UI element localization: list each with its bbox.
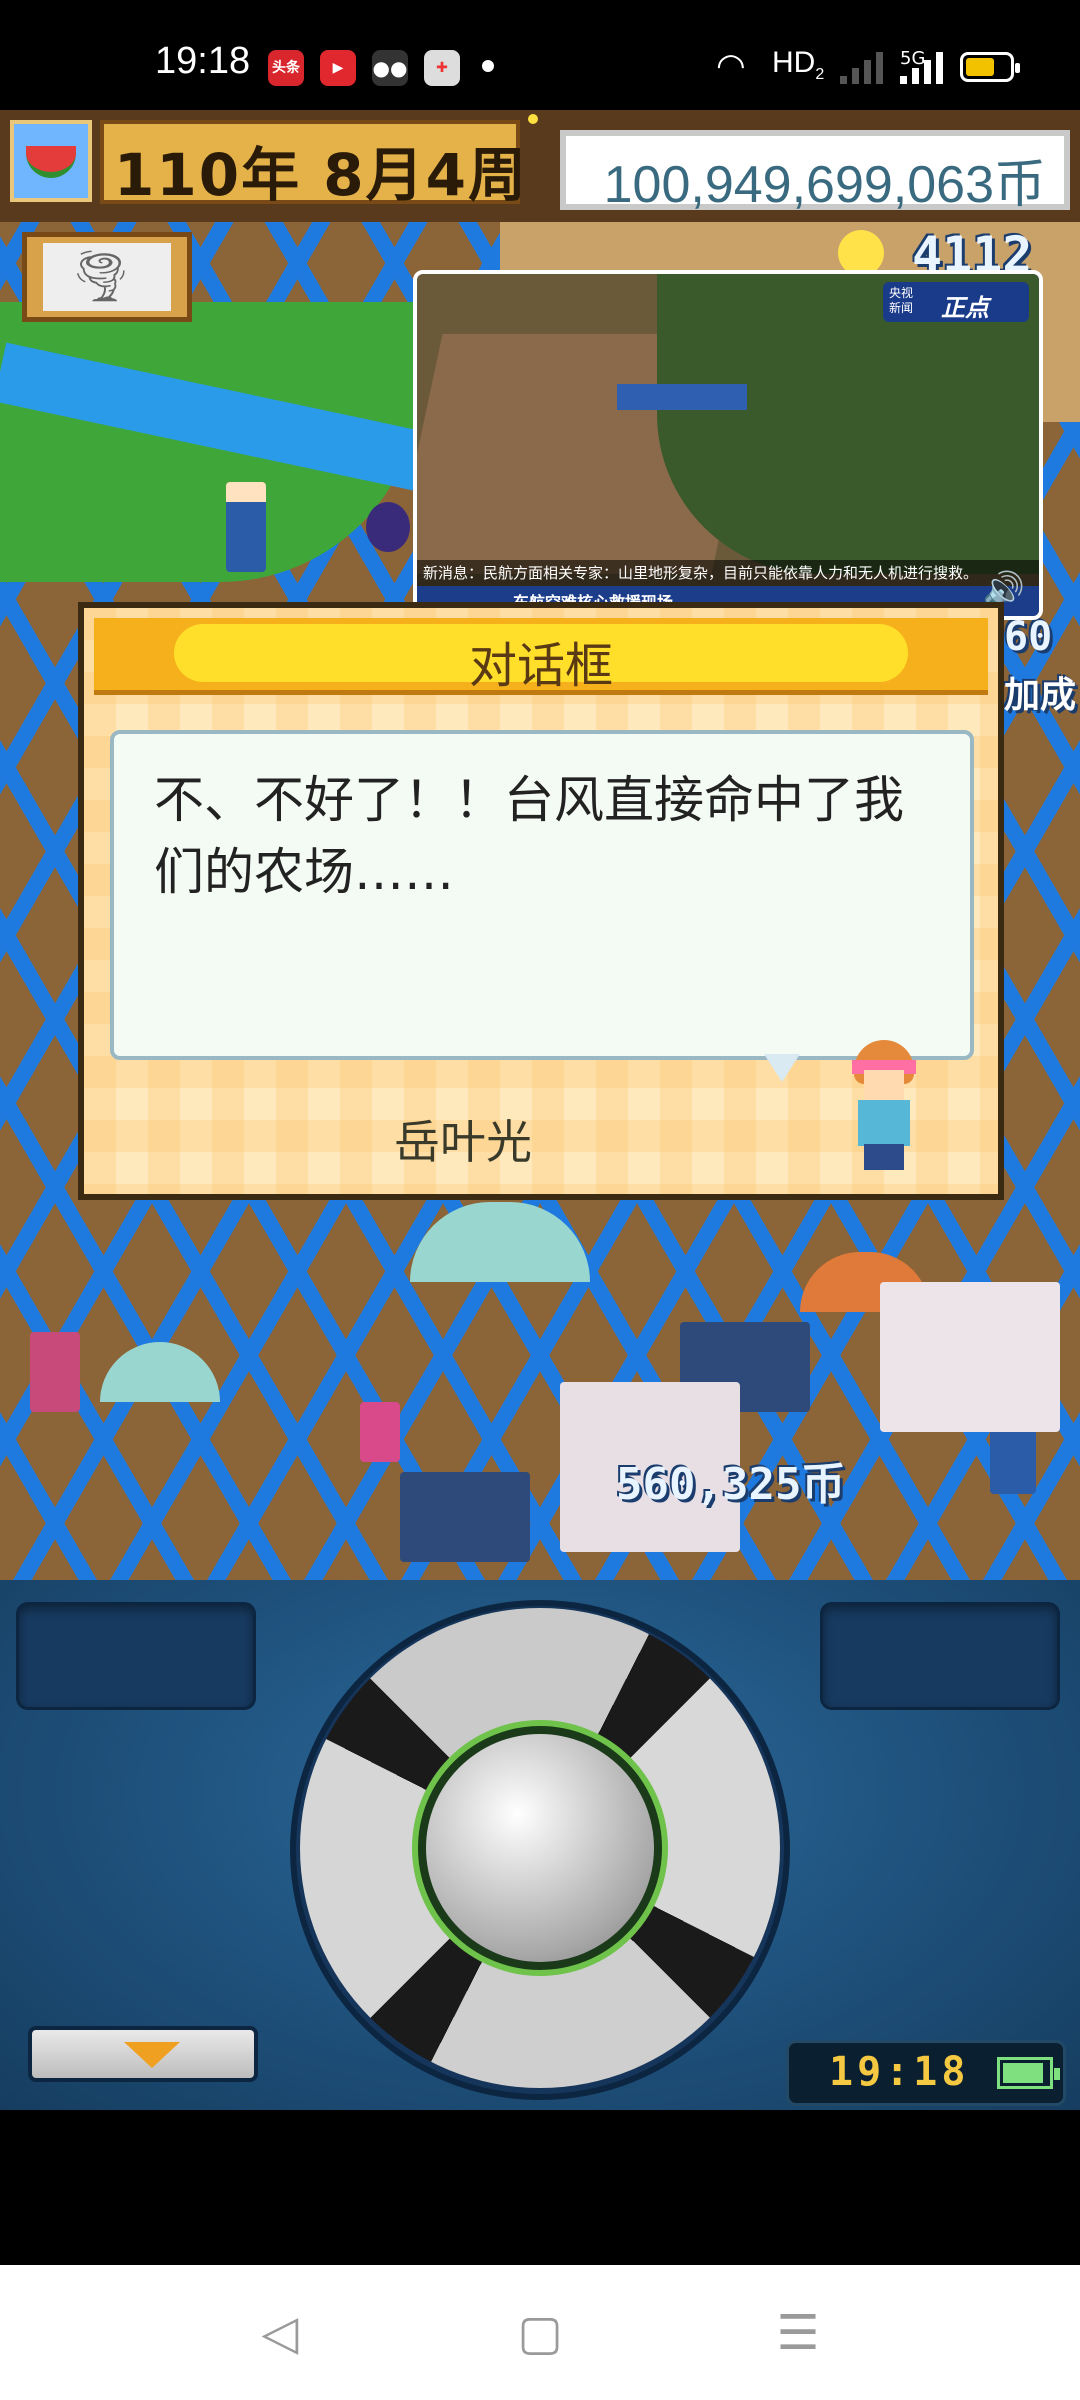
floating-money: 560,325币: [616, 1459, 846, 1510]
farmer-sprite[interactable]: [226, 482, 266, 572]
back-icon[interactable]: ◁: [240, 2305, 320, 2361]
speaker-name: 岳叶光: [394, 1115, 532, 1169]
dialog-box[interactable]: 对话框 不、不好了！！台风直接命中了我们的农场…… 岳叶光: [78, 602, 1004, 1200]
tornado-icon: 🌪: [69, 247, 133, 305]
house[interactable]: [400, 1472, 530, 1562]
status-time: 19:18: [155, 40, 251, 82]
side-number: 60: [1004, 614, 1053, 660]
signal-2-icon: [900, 52, 944, 84]
logo-text: 央视 新闻: [889, 286, 914, 315]
wechat-icon: ●●: [372, 50, 408, 86]
logo-brand: 正点: [941, 294, 989, 322]
money-amount: 100,949,699,063币: [603, 156, 1046, 214]
cctv-news-logo: 央视 新闻 正点: [883, 282, 1029, 322]
dialog-title: 对话框: [468, 638, 613, 694]
menu-toggle-button[interactable]: [28, 2026, 258, 2082]
greenhouse[interactable]: [100, 1342, 220, 1402]
battery-icon: [997, 2057, 1060, 2089]
dialog-message-box: 不、不好了！！台风直接命中了我们的农场……: [110, 730, 974, 1060]
toutiao-icon: 头条: [268, 50, 304, 86]
villager-sprite[interactable]: [360, 1402, 400, 1462]
dialog-title-bar: 对话框: [94, 618, 988, 695]
notification-dot-icon: [482, 60, 494, 72]
home-icon[interactable]: ▢: [500, 2305, 580, 2361]
mascot-sprite[interactable]: [366, 502, 410, 552]
speaker-portrait: [844, 1040, 924, 1170]
sparkle-icon: [528, 114, 538, 124]
date-panel: 110年 8月4周: [100, 120, 526, 209]
game-header: 110年 8月4周 100,949,699,063币: [0, 110, 1080, 222]
status-bar: 19:18 头条 ▶ ●● ✚ ◠ HD2 5G: [0, 0, 1080, 110]
battery-icon: [960, 52, 1020, 82]
typhoon-sign: 🌪: [22, 232, 192, 322]
castle[interactable]: [880, 1282, 1060, 1432]
continue-arrow-icon: [764, 1054, 800, 1082]
watermelon-icon[interactable]: [10, 120, 92, 202]
left-soft-button[interactable]: [16, 1602, 256, 1710]
right-soft-button[interactable]: [820, 1602, 1060, 1710]
confirm-button[interactable]: [426, 1734, 654, 1962]
wifi-icon: ◠: [716, 46, 746, 86]
video-overlay[interactable]: 央视 新闻 正点 新消息：民航方面相关专家：山里地形复杂，目前只能依靠人力和无人机…: [413, 270, 1043, 620]
money-panel: 100,949,699,063币: [560, 130, 1070, 214]
network-type: HD2: [772, 46, 825, 83]
news-ticker: 新消息：民航方面相关专家：山里地形复杂，目前只能依靠人力和无人机进行搜救。: [417, 560, 1039, 586]
dialog-message: 不、不好了！！台风直接命中了我们的农场……: [154, 771, 904, 901]
signal-1-icon: [840, 52, 884, 84]
navigation-bar: ◁ ▢ ☰: [0, 2265, 1080, 2400]
game-app-icon: ✚: [424, 50, 460, 86]
side-bonus: 加成: [1004, 675, 1077, 716]
greenhouse[interactable]: [410, 1202, 590, 1282]
video-app-icon: ▶: [320, 50, 356, 86]
arrow-down-icon: [124, 2042, 180, 2068]
game-clock: 19:18: [786, 2040, 1066, 2106]
video-frame: [617, 384, 747, 410]
virtual-controller: 19:18: [0, 1580, 1080, 2110]
villager-sprite[interactable]: [30, 1332, 80, 1412]
game-date: 110年 8月4周: [114, 141, 528, 209]
recents-icon[interactable]: ☰: [758, 2305, 838, 2361]
game-clock-time: 19:18: [829, 2049, 970, 2095]
